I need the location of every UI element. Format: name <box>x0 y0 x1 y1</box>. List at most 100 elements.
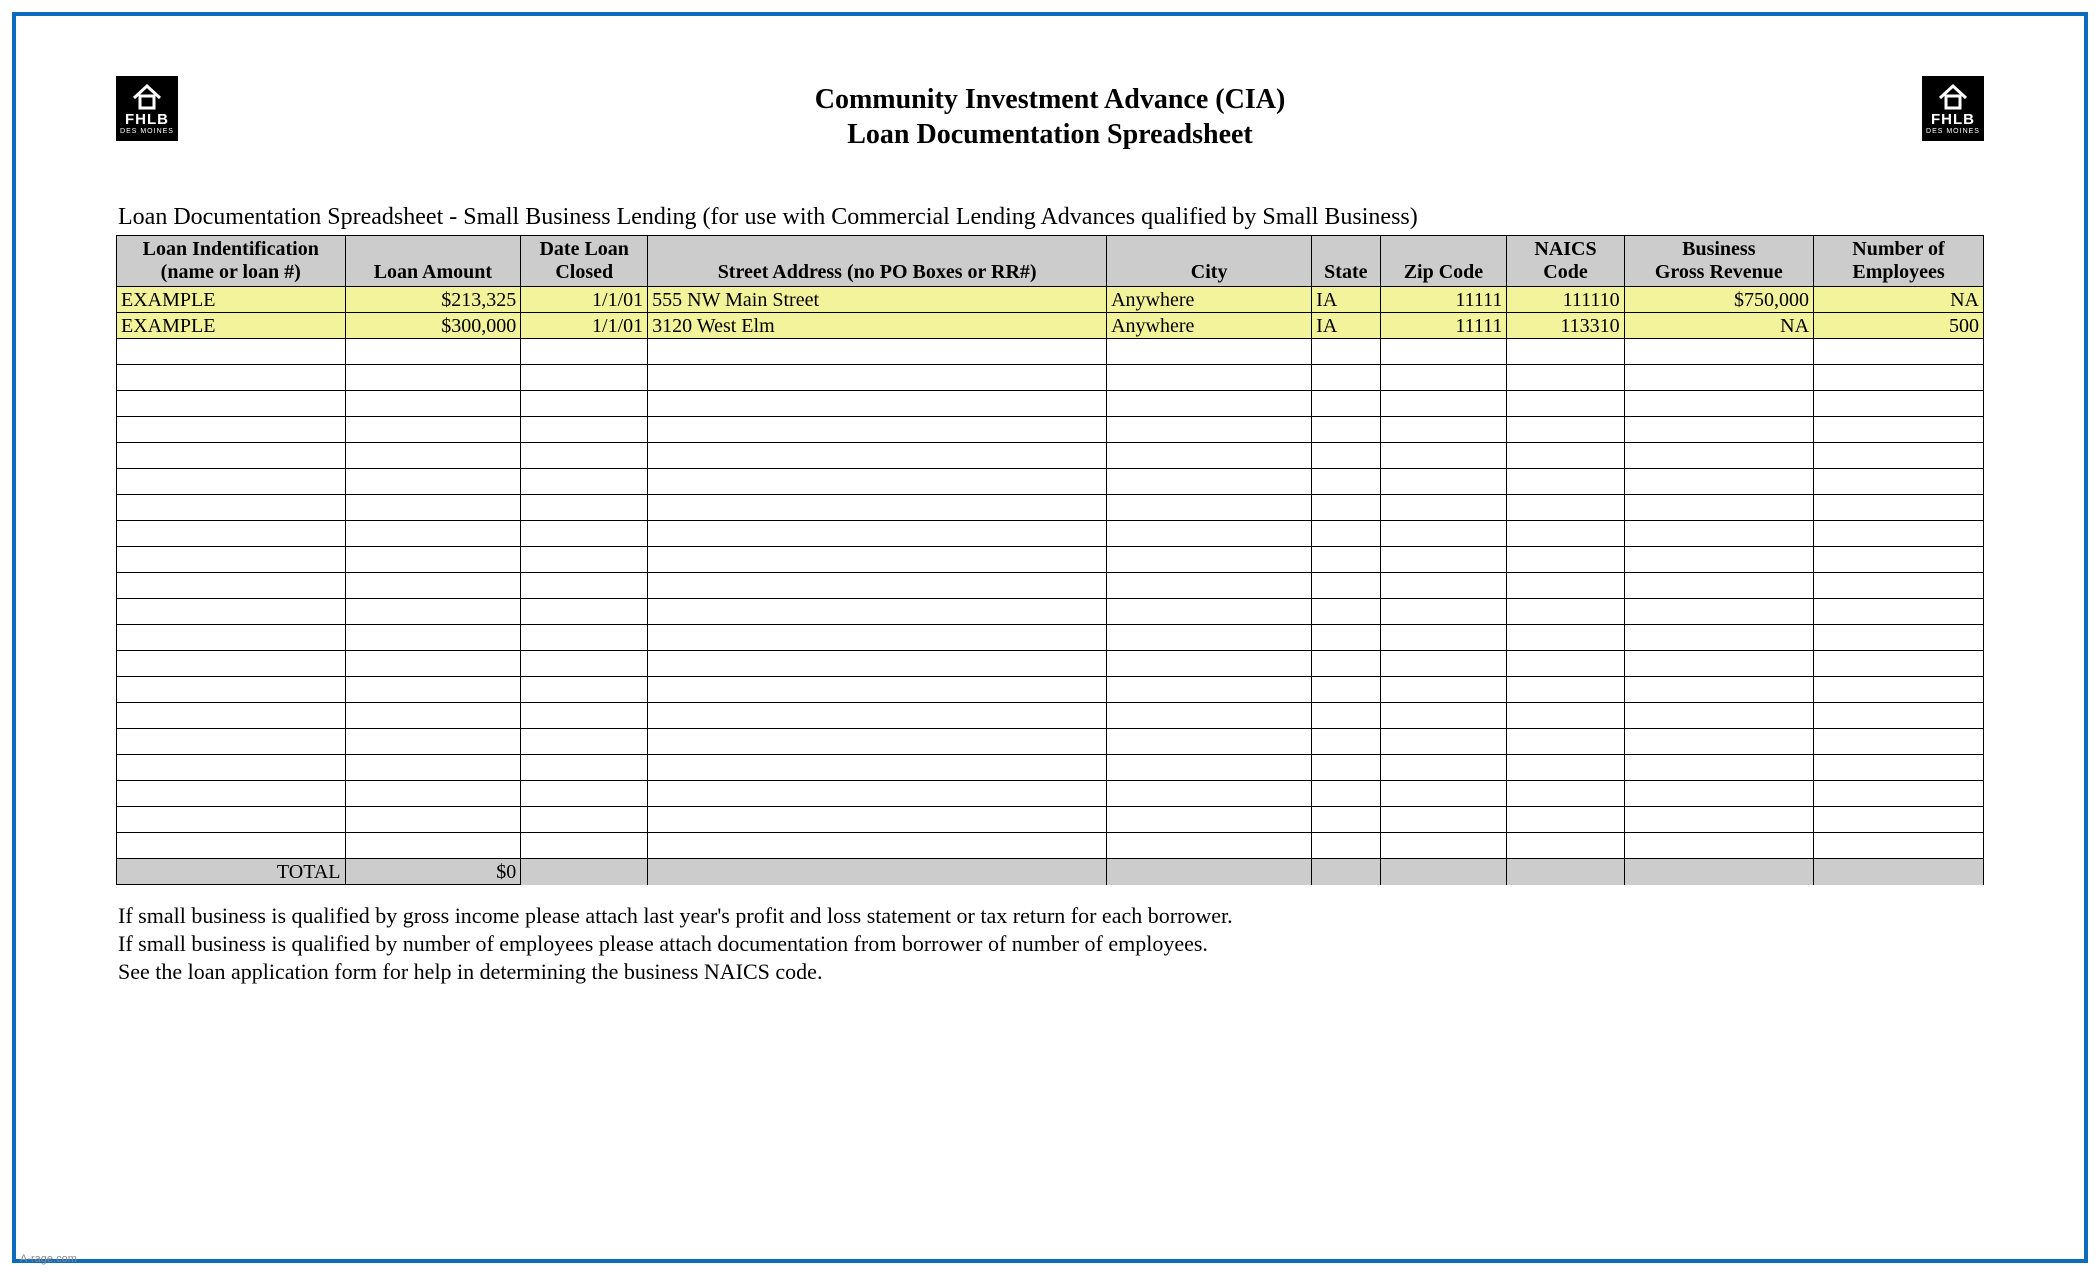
cell <box>345 391 521 417</box>
cell: $750,000 <box>1624 287 1813 313</box>
cell: Anywhere <box>1107 287 1312 313</box>
cell <box>521 625 648 651</box>
cell <box>1624 625 1813 651</box>
cell <box>521 391 648 417</box>
cell <box>521 365 648 391</box>
cell <box>1107 677 1312 703</box>
cell <box>1507 755 1624 781</box>
cell <box>1380 625 1507 651</box>
cell <box>1107 521 1312 547</box>
cell <box>521 807 648 833</box>
cell <box>1380 573 1507 599</box>
cell <box>345 599 521 625</box>
cell <box>117 495 346 521</box>
cell <box>345 781 521 807</box>
cell <box>521 859 648 885</box>
cell <box>1312 729 1380 755</box>
cell <box>1814 547 1984 573</box>
cell <box>345 365 521 391</box>
cell <box>648 339 1107 365</box>
cell <box>1380 703 1507 729</box>
cell <box>1814 599 1984 625</box>
cell <box>117 729 346 755</box>
cell <box>345 469 521 495</box>
cell <box>648 677 1107 703</box>
col-closed: Date LoanClosed <box>521 236 648 287</box>
cell <box>345 573 521 599</box>
cell <box>1814 391 1984 417</box>
cell <box>1814 469 1984 495</box>
table-row <box>117 729 1984 755</box>
cell <box>648 625 1107 651</box>
table-row <box>117 703 1984 729</box>
cell: 1/1/01 <box>521 287 648 313</box>
loan-table: Loan Indentification(name or loan #) Loa… <box>116 235 1984 885</box>
cell <box>1624 755 1813 781</box>
cell <box>345 417 521 443</box>
cell <box>1107 625 1312 651</box>
cell <box>1380 859 1507 885</box>
table-row <box>117 781 1984 807</box>
cell <box>1312 495 1380 521</box>
cell: 11111 <box>1380 287 1507 313</box>
cell <box>1107 599 1312 625</box>
cell <box>1624 807 1813 833</box>
cell <box>117 469 346 495</box>
cell <box>1624 599 1813 625</box>
cell <box>1624 339 1813 365</box>
cell <box>1624 729 1813 755</box>
header: FHLB DES MOINES Community Investment Adv… <box>116 76 1984 152</box>
cell <box>1624 443 1813 469</box>
cell <box>1624 859 1813 885</box>
cell <box>1312 417 1380 443</box>
cell: $0 <box>345 859 521 885</box>
cell <box>1107 547 1312 573</box>
cell <box>1312 547 1380 573</box>
footnotes: If small business is qualified by gross … <box>116 903 1984 985</box>
cell <box>1624 547 1813 573</box>
cell <box>1380 391 1507 417</box>
cell <box>1624 573 1813 599</box>
cell <box>1380 417 1507 443</box>
cell <box>1380 677 1507 703</box>
cell <box>1624 521 1813 547</box>
cell <box>1312 807 1380 833</box>
cell <box>521 833 648 859</box>
cell <box>648 443 1107 469</box>
cell <box>1312 703 1380 729</box>
cell <box>1624 833 1813 859</box>
cell <box>1312 443 1380 469</box>
cell <box>1814 859 1984 885</box>
cell <box>117 651 346 677</box>
cell <box>1814 755 1984 781</box>
cell <box>117 521 346 547</box>
cell <box>521 651 648 677</box>
cell <box>648 833 1107 859</box>
cell <box>648 859 1107 885</box>
cell <box>1814 781 1984 807</box>
cell <box>1312 391 1380 417</box>
cell <box>1507 339 1624 365</box>
cell <box>117 677 346 703</box>
cell: NA <box>1624 313 1813 339</box>
cell <box>1507 495 1624 521</box>
fhlb-logo-left: FHLB DES MOINES <box>116 76 178 141</box>
cell <box>1380 833 1507 859</box>
cell <box>117 443 346 469</box>
house-icon <box>130 82 164 110</box>
cell <box>1107 495 1312 521</box>
cell <box>1624 703 1813 729</box>
cell: Anywhere <box>1107 313 1312 339</box>
cell <box>1107 833 1312 859</box>
cell <box>1507 625 1624 651</box>
cell <box>1814 807 1984 833</box>
cell <box>1312 781 1380 807</box>
cell <box>1507 859 1624 885</box>
cell <box>1107 417 1312 443</box>
cell <box>648 521 1107 547</box>
cell <box>648 781 1107 807</box>
cell <box>1380 495 1507 521</box>
cell <box>345 729 521 755</box>
cell <box>1507 703 1624 729</box>
cell <box>117 807 346 833</box>
